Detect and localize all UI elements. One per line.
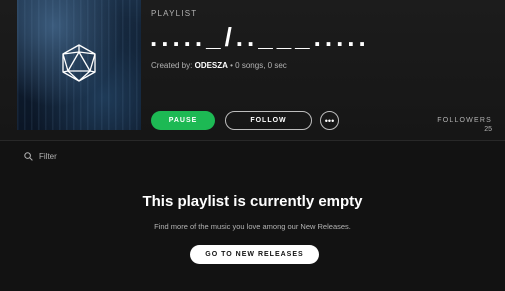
go-to-new-releases-button[interactable]: GO TO NEW RELEASES <box>190 245 319 264</box>
filter-field[interactable]: Filter <box>24 152 57 161</box>
playlist-header: PLAYLIST ....._/..___..... Created by: O… <box>0 0 505 140</box>
playlist-stats: • 0 songs, 0 sec <box>227 61 287 70</box>
pause-button[interactable]: PAUSE <box>151 111 215 130</box>
playlist-cover-art[interactable] <box>17 0 141 130</box>
more-options-button[interactable]: ••• <box>320 111 339 130</box>
header-divider <box>0 140 505 141</box>
empty-state-title: This playlist is currently empty <box>142 193 363 210</box>
followers-label: FOLLOWERS <box>437 117 492 124</box>
more-icon: ••• <box>324 115 335 126</box>
owner-link[interactable]: ODESZA <box>195 61 228 70</box>
playlist-title: ....._/..___..... <box>150 22 370 52</box>
filter-placeholder: Filter <box>39 152 57 161</box>
follow-button[interactable]: FOLLOW <box>225 111 312 130</box>
search-icon <box>24 152 33 161</box>
followers-count: 25 <box>484 126 492 133</box>
created-by-label: Created by: <box>151 61 193 70</box>
playlist-type-label: PLAYLIST <box>151 9 198 18</box>
empty-state-subtitle: Find more of the music you love among ou… <box>154 222 351 231</box>
playlist-meta: Created by: ODESZA • 0 songs, 0 sec <box>151 61 287 70</box>
playlist-page: PLAYLIST ....._/..___..... Created by: O… <box>0 0 505 291</box>
icosahedron-logo-icon <box>62 44 96 82</box>
